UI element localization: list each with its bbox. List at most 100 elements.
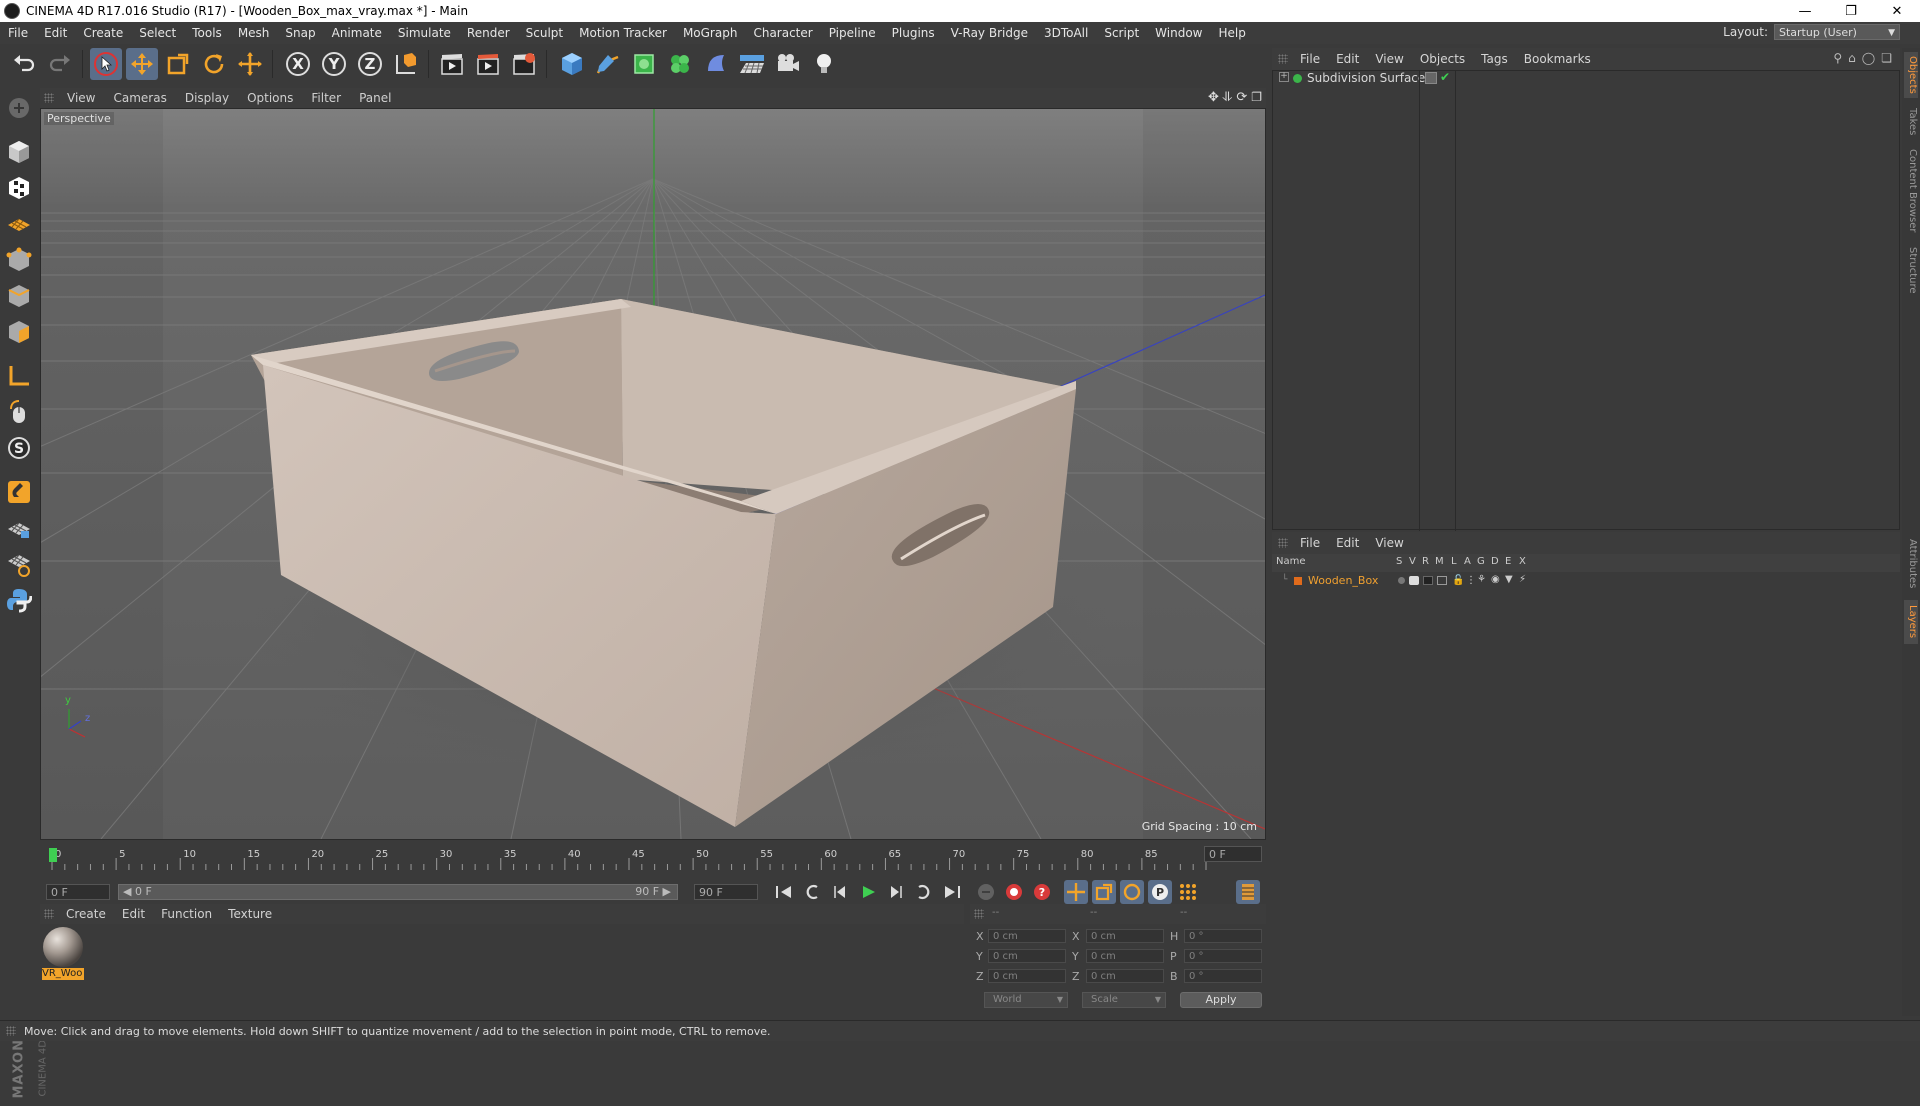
undo-button[interactable] [8,48,40,80]
menu-script[interactable]: Script [1096,26,1147,40]
frame-range-slider[interactable]: ◀ 0 F 90 F ▶ [118,884,678,900]
scale-tool-button[interactable] [162,48,194,80]
expand-icon[interactable]: + [1279,72,1289,82]
home-icon[interactable]: ⌂ [1848,51,1856,65]
magnet-tool-button[interactable] [3,476,35,508]
previous-frame-button[interactable] [828,880,852,904]
play-forwards-button[interactable] [856,880,880,904]
keyframe-selection-button[interactable]: ? [1030,880,1054,904]
redo-button[interactable] [44,48,76,80]
coord-pos-z-field[interactable]: 0 cm [988,969,1066,983]
coord-size-x-field[interactable]: 0 cm [1086,929,1164,943]
coord-rot-p-field[interactable]: 0 ° [1184,949,1262,963]
layers-menu-view[interactable]: View [1367,536,1411,550]
side-tab-attributes[interactable]: Attributes [1904,534,1918,594]
tweak-mode-button[interactable] [3,396,35,428]
points-mode-button[interactable] [3,244,35,276]
object-name[interactable]: Subdivision Surface [1307,71,1425,85]
cube-primitive-button[interactable] [556,48,588,80]
menu-help[interactable]: Help [1210,26,1253,40]
timeline-ruler[interactable]: 051015202530354045505560657075808590 0 F [40,842,1266,876]
manager-toggle-icon[interactable] [1437,576,1447,585]
generators-toggle-icon[interactable]: ⚘ [1477,574,1486,585]
restore-button[interactable]: ❐ [1828,0,1874,22]
coord-size-y-field[interactable]: 0 cm [1086,949,1164,963]
layers-menu-edit[interactable]: Edit [1328,536,1367,550]
side-tab-structure[interactable]: Structure [1904,242,1918,298]
menu-sculpt[interactable]: Sculpt [518,26,571,40]
menu-mograph[interactable]: MoGraph [675,26,746,40]
pen-spline-button[interactable] [592,48,624,80]
objects-menu-tags[interactable]: Tags [1473,52,1516,66]
minimize-button[interactable]: — [1782,0,1828,22]
axis-mode-button[interactable] [3,360,35,392]
scale-key-button[interactable] [1092,880,1116,904]
viewport-camera-label[interactable]: Perspective [44,112,114,125]
column-render[interactable]: R [1422,556,1429,567]
deformer-button[interactable] [700,48,732,80]
3d-viewport[interactable]: Perspective y z Grid Spacing : 10 cm [40,108,1266,840]
material-menu-texture[interactable]: Texture [220,907,280,921]
point-level-key-button[interactable] [1176,880,1200,904]
current-frame-field[interactable]: 0 F [1204,846,1262,862]
side-tab-takes[interactable]: Takes [1904,104,1918,140]
toggle-icon[interactable]: ◯ [1862,51,1875,65]
menu-file[interactable]: File [0,26,36,40]
objects-menu-bookmarks[interactable]: Bookmarks [1516,52,1599,66]
coord-pos-x-field[interactable]: 0 cm [988,929,1066,943]
menu-render[interactable]: Render [459,26,518,40]
column-generators[interactable]: G [1477,556,1485,567]
snap-button[interactable]: S [3,432,35,464]
recent-tool-button[interactable] [234,48,266,80]
coord-rot-h-field[interactable]: 0 ° [1184,929,1262,943]
objects-menu-file[interactable]: File [1292,52,1328,66]
enabled-check-icon[interactable]: ✔ [1440,70,1450,84]
new-window-icon[interactable]: ❏ [1881,51,1892,65]
coord-mode-dropdown[interactable]: Scale ▼ [1082,992,1166,1008]
render-to-picture-viewer-button[interactable] [472,48,504,80]
panel-grip-icon[interactable] [1278,538,1288,548]
camera-button[interactable] [772,48,804,80]
coord-size-z-field[interactable]: 0 cm [1086,969,1164,983]
menu-create[interactable]: Create [75,26,131,40]
edges-mode-button[interactable] [3,280,35,312]
column-animation[interactable]: A [1464,556,1471,567]
viewport-maximize-icon[interactable]: ❐ [1251,90,1262,105]
light-button[interactable] [808,48,840,80]
viewport-menu-view[interactable]: View [58,91,104,105]
viewport-zoom-icon[interactable]: ⥥ [1223,90,1232,105]
material-menu-create[interactable]: Create [58,907,114,921]
panel-grip-icon[interactable] [44,93,54,103]
animation-toggle-icon[interactable]: ⋮ [1466,575,1476,586]
view-toggle-icon[interactable] [1409,576,1419,585]
expressions-toggle-icon[interactable]: ▼ [1505,574,1513,585]
material-menu-function[interactable]: Function [153,907,220,921]
xref-toggle-icon[interactable]: ⚡ [1519,574,1526,585]
menu-character[interactable]: Character [745,26,820,40]
previous-key-button[interactable] [800,880,824,904]
material-menu-edit[interactable]: Edit [114,907,153,921]
start-frame-field[interactable]: 0 F [46,884,110,900]
rotation-key-button[interactable] [1120,880,1144,904]
record-active-objects-button[interactable] [974,880,998,904]
lock-workplane-button[interactable] [3,512,35,544]
model-mode-button[interactable] [3,136,35,168]
next-key-button[interactable] [912,880,936,904]
deformers-toggle-icon[interactable]: ◉ [1491,574,1500,585]
viewport-menu-display[interactable]: Display [176,91,238,105]
menu-window[interactable]: Window [1147,26,1210,40]
edit-render-settings-button[interactable] [508,48,540,80]
coordinate-system-button[interactable] [390,48,422,80]
y-axis-lock-button[interactable]: Y [318,48,350,80]
python-script-button[interactable] [3,584,35,616]
workplane-mode-button[interactable] [3,208,35,240]
texture-mode-button[interactable] [3,172,35,204]
end-frame-field[interactable]: 90 F [694,884,758,900]
column-xref[interactable]: X [1519,556,1526,567]
timeline-window-button[interactable] [1236,880,1260,904]
column-name[interactable]: Name [1276,556,1306,567]
solo-toggle-icon[interactable] [1398,577,1405,584]
menu-plugins[interactable]: Plugins [884,26,943,40]
go-to-start-button[interactable] [772,880,796,904]
column-view[interactable]: V [1409,556,1416,567]
